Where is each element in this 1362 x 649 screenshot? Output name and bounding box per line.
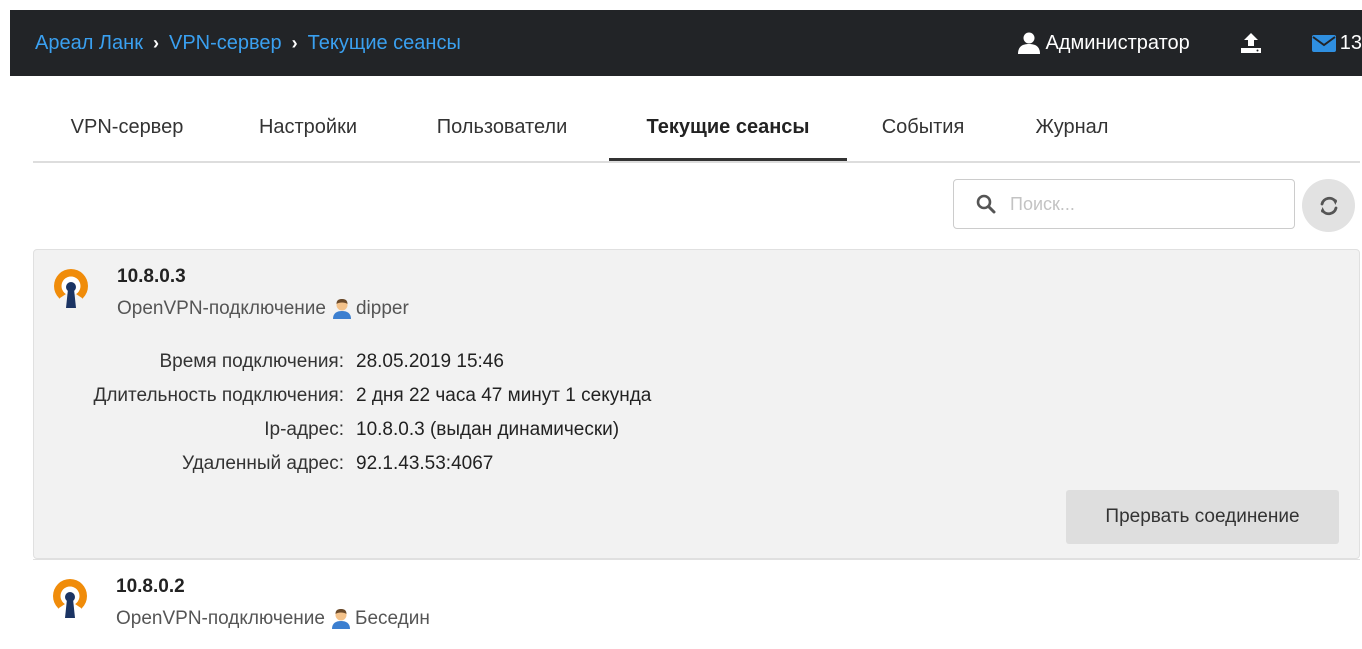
user-menu[interactable]: Администратор <box>1017 31 1190 55</box>
breadcrumb: Ареал Ланк › VPN-сервер › Текущие сеансы <box>35 32 461 55</box>
chevron-right-icon: › <box>152 32 159 53</box>
session-type: OpenVPN-подключение <box>117 298 326 319</box>
top-bar: Ареал Ланк › VPN-сервер › Текущие сеансы… <box>10 10 1362 76</box>
envelope-icon <box>1311 34 1336 52</box>
detail-row-remote-address: Удаленный адрес: 92.1.43.53:4067 <box>34 447 934 481</box>
breadcrumb-item-current-sessions[interactable]: Текущие сеансы <box>308 32 461 55</box>
detail-value: 2 дня 22 часа 47 минут 1 секунда <box>356 385 652 406</box>
user-avatar-icon <box>332 299 351 319</box>
search-input[interactable] <box>1008 192 1272 216</box>
detail-value: 92.1.43.53:4067 <box>356 453 494 474</box>
breadcrumb-item-vpn-server[interactable]: VPN-сервер <box>169 32 282 55</box>
tab-vpn-server[interactable]: VPN-сервер <box>60 96 194 159</box>
session-ip: 10.8.0.2 <box>116 576 185 597</box>
search-box[interactable] <box>953 179 1295 229</box>
session-card[interactable]: 10.8.0.2 OpenVPN-подключение Беседин <box>33 559 1360 649</box>
search-icon <box>976 194 996 214</box>
session-details: Время подключения: 28.05.2019 15:46 Длит… <box>34 345 934 481</box>
session-type: OpenVPN-подключение <box>116 608 325 629</box>
session-card[interactable]: 10.8.0.3 OpenVPN-подключение dipper Врем… <box>33 249 1360 559</box>
user-icon <box>1018 32 1041 54</box>
tab-current-sessions[interactable]: Текущие сеансы <box>609 96 847 161</box>
breadcrumb-item-home[interactable]: Ареал Ланк <box>35 32 143 55</box>
detail-row-duration: Длительность подключения: 2 дня 22 часа … <box>34 379 934 413</box>
detail-label: Время подключения: <box>159 351 344 372</box>
session-user[interactable]: dipper <box>356 298 409 320</box>
detail-row-ip-address: Ip-адрес: 10.8.0.3 (выдан динамически) <box>34 413 934 447</box>
detail-label: Длительность подключения: <box>93 385 344 406</box>
session-user[interactable]: Беседин <box>355 608 430 630</box>
refresh-icon <box>1320 196 1337 215</box>
user-name: Администратор <box>1045 31 1190 54</box>
session-connection-info: OpenVPN-подключение dipper <box>117 298 409 320</box>
detail-value: 28.05.2019 15:46 <box>356 351 504 372</box>
messages-count: 13 <box>1339 31 1362 54</box>
tab-events[interactable]: События <box>871 96 975 159</box>
refresh-button[interactable] <box>1302 179 1355 232</box>
terminate-connection-button[interactable]: Прервать соединение <box>1066 490 1339 544</box>
detail-label: Удаленный адрес: <box>182 453 344 474</box>
page: Ареал Ланк › VPN-сервер › Текущие сеансы… <box>0 0 1362 649</box>
openvpn-icon <box>54 269 88 310</box>
messages-button[interactable]: 13 <box>1311 31 1362 55</box>
session-connection-info: OpenVPN-подключение Беседин <box>116 608 430 630</box>
upload-button[interactable] <box>1240 33 1262 53</box>
detail-value: 10.8.0.3 (выдан динамически) <box>356 419 620 440</box>
chevron-right-icon: › <box>291 32 298 53</box>
tab-bar: VPN-сервер Настройки Пользователи Текущи… <box>33 96 1360 163</box>
top-bar-actions: Администратор 13 <box>1017 10 1362 76</box>
tab-settings[interactable]: Настройки <box>247 96 369 159</box>
user-avatar-icon <box>331 609 350 629</box>
detail-row-connect-time: Время подключения: 28.05.2019 15:46 <box>34 345 934 379</box>
tab-users[interactable]: Пользователи <box>423 96 581 159</box>
upload-icon <box>1240 33 1261 53</box>
detail-label: Ip-адрес: <box>264 419 344 440</box>
tab-journal[interactable]: Журнал <box>1025 96 1119 159</box>
session-ip: 10.8.0.3 <box>117 266 186 287</box>
openvpn-icon <box>53 579 87 620</box>
